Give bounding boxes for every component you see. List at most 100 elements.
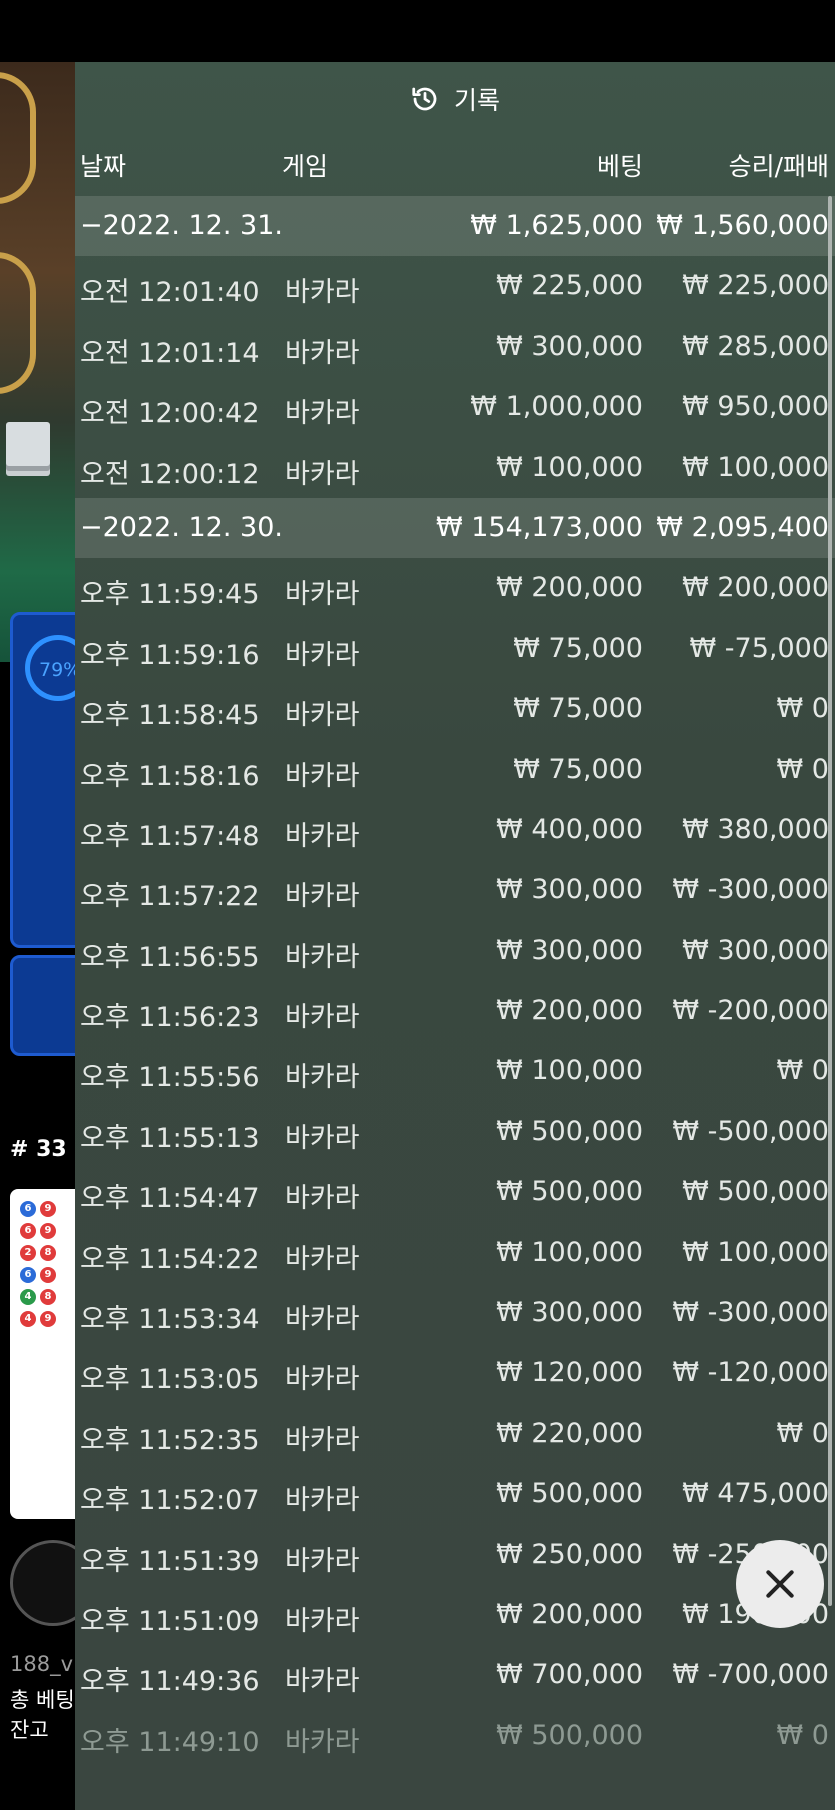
row-winloss: ₩ 0	[776, 1417, 829, 1449]
row-winloss: ₩ 285,000	[682, 330, 829, 362]
row-bet: ₩ 100,000	[496, 1236, 643, 1268]
row-bet: ₩ 500,000	[496, 1176, 643, 1208]
row-game: 바카라	[285, 760, 360, 792]
card-shoe	[6, 422, 50, 466]
table-row[interactable]: 오후 11:57:22 바카라 ₩ 300,000 ₩ -300,000	[75, 860, 835, 920]
table-row[interactable]: 오후 11:56:55 바카라 ₩ 300,000 ₩ 300,000	[75, 921, 835, 981]
table-row[interactable]: 오후 11:56:23 바카라 ₩ 200,000 ₩ -200,000	[75, 981, 835, 1041]
row-time: 오전 12:01:40	[80, 277, 260, 309]
table-row[interactable]: 오후 11:58:16 바카라 ₩ 75,000 ₩ 0	[75, 740, 835, 800]
table-row[interactable]: 오후 11:54:22 바카라 ₩ 100,000 ₩ 100,000	[75, 1223, 835, 1283]
row-bet: ₩ 120,000	[496, 1357, 643, 1389]
row-game: 바카라	[285, 700, 360, 732]
row-time: 오전 12:00:42	[80, 398, 260, 430]
total-bet-label: 총 베팅	[10, 1688, 75, 1712]
status-bar	[0, 0, 835, 62]
row-time: 오후 11:53:34	[80, 1304, 260, 1336]
row-winloss: ₩ 100,000	[682, 451, 829, 483]
row-time: 오후 11:54:47	[80, 1183, 260, 1215]
row-bet: ₩ 500,000	[496, 1478, 643, 1510]
row-bet: ₩ 200,000	[496, 995, 643, 1027]
row-game: 바카라	[285, 1726, 360, 1758]
close-button[interactable]	[736, 1540, 824, 1628]
table-row[interactable]: 오전 12:00:42 바카라 ₩ 1,000,000 ₩ 950,000	[75, 377, 835, 437]
table-row[interactable]: 오후 11:59:45 바카라 ₩ 200,000 ₩ 200,000	[75, 558, 835, 618]
row-game: 바카라	[285, 1485, 360, 1517]
timer-percent: 79%	[39, 659, 75, 681]
table-row[interactable]: 오전 12:01:14 바카라 ₩ 300,000 ₩ 285,000	[75, 317, 835, 377]
row-bet: ₩ 300,000	[496, 874, 643, 906]
chat-avatar-button[interactable]	[10, 1540, 75, 1626]
row-bet: ₩ 100,000	[496, 451, 643, 483]
column-header-winloss: 승리/패배	[728, 152, 829, 181]
row-game: 바카라	[285, 1364, 360, 1396]
row-time: 오후 11:59:45	[80, 579, 260, 611]
row-bet: ₩ 300,000	[496, 934, 643, 966]
row-winloss: ₩ 0	[776, 693, 829, 725]
table-row[interactable]: 오전 12:01:40 바카라 ₩ 225,000 ₩ 225,000	[75, 256, 835, 316]
table-row[interactable]: 오후 11:51:09바카라₩ 200,000₩ 190,000	[75, 1585, 835, 1645]
table-row[interactable]: 오후 11:54:47 바카라 ₩ 500,000 ₩ 500,000	[75, 1162, 835, 1222]
row-game: 바카라	[285, 277, 360, 309]
row-winloss: ₩ 950,000	[682, 391, 829, 423]
row-bet: ₩ 1,625,000	[470, 210, 643, 241]
row-winloss: ₩ 300,000	[682, 934, 829, 966]
table-row[interactable]: 오후 11:55:56 바카라 ₩ 100,000 ₩ 0	[75, 1041, 835, 1101]
column-header-bet: 베팅	[596, 152, 643, 181]
column-header-game: 게임	[282, 152, 329, 181]
table-row[interactable]: 오후 11:53:05 바카라 ₩ 120,000 ₩ -120,000	[75, 1343, 835, 1403]
date-group-row[interactable]: −2022. 12. 31. ₩ 1,625,000 ₩ 1,560,000	[75, 196, 835, 257]
row-time: 오후 11:58:45	[80, 700, 260, 732]
table-row[interactable]: 오후 11:59:16 바카라 ₩ 75,000 ₩ -75,000	[75, 619, 835, 679]
table-row[interactable]: 오후 11:53:34 바카라 ₩ 300,000 ₩ -300,000	[75, 1283, 835, 1343]
row-bet: ₩ 300,000	[496, 330, 643, 362]
row-winloss: ₩ -300,000	[672, 1297, 829, 1329]
round-number: # 33	[10, 1137, 67, 1162]
row-time: 오후 11:56:55	[80, 941, 260, 973]
table-row[interactable]: 오후 11:51:39바카라₩ 250,000₩ -250,000	[75, 1525, 835, 1585]
row-bet: ₩ 225,000	[496, 270, 643, 302]
table-row[interactable]: 오후 11:52:35 바카라 ₩ 220,000 ₩ 0	[75, 1404, 835, 1464]
row-winloss: ₩ -75,000	[689, 632, 830, 664]
gold-ornament	[0, 252, 36, 394]
table-row[interactable]: 오후 11:52:07 바카라 ₩ 500,000 ₩ 475,000	[75, 1464, 835, 1524]
row-bet: ₩ 200,000	[496, 572, 643, 604]
row-game: 바카라	[285, 1002, 360, 1034]
row-time: 오후 11:51:39	[80, 1545, 260, 1577]
bet-timer-panel[interactable]: 79%	[10, 612, 75, 948]
balance-label: 잔고	[10, 1718, 49, 1742]
bead-road: 6 9 6 9 2 8 6 9 4 8 4 9	[10, 1189, 75, 1519]
panel-title: 기록	[453, 86, 500, 115]
table-row[interactable]: 오후 11:58:45 바카라 ₩ 75,000 ₩ 0	[75, 679, 835, 739]
baccarat-table	[0, 62, 75, 662]
row-game: 바카라	[285, 1243, 360, 1275]
row-game: 바카라	[285, 1666, 360, 1698]
row-game: 바카라	[285, 1062, 360, 1094]
row-winloss: ₩ -700,000	[672, 1659, 829, 1691]
row-bet: ₩ 400,000	[496, 813, 643, 845]
table-row[interactable]: 오후 11:49:36 바카라 ₩ 700,000 ₩ -700,000	[75, 1645, 835, 1705]
row-winloss: ₩ -120,000	[672, 1357, 829, 1389]
row-game: 바카라	[285, 639, 360, 671]
bet-area-panel[interactable]	[10, 955, 75, 1056]
row-bet: ₩ 500,000	[496, 1719, 643, 1751]
row-time: 오후 11:56:23	[80, 1002, 260, 1034]
row-time: 오후 11:54:22	[80, 1243, 260, 1275]
table-row[interactable]: 오후 11:49:10 바카라 ₩ 500,000 ₩ 0	[75, 1706, 835, 1766]
table-row[interactable]: 오전 12:00:12 바카라 ₩ 100,000 ₩ 100,000	[75, 438, 835, 498]
date-group-row[interactable]: −2022. 12. 30. ₩ 154,173,000 ₩ 2,095,400	[75, 497, 835, 559]
row-game: 바카라	[285, 1122, 360, 1154]
table-row[interactable]: 오후 11:57:48 바카라 ₩ 400,000 ₩ 380,000	[75, 800, 835, 860]
row-game: 바카라	[285, 458, 360, 490]
history-list[interactable]: −2022. 12. 31. ₩ 1,625,000 ₩ 1,560,000 오전 1…	[75, 196, 835, 1766]
row-time: 오후 11:57:48	[80, 820, 260, 852]
history-panel: 기록 날짜 게임 베팅 승리/패배 −2022. 12. 31. ₩ 1,625,…	[75, 62, 835, 1810]
row-winloss: ₩ 475,000	[682, 1478, 829, 1510]
close-icon	[766, 1570, 794, 1598]
table-row[interactable]: 오후 11:55:13 바카라 ₩ 500,000 ₩ -500,000	[75, 1102, 835, 1162]
date-group-label: −2022. 12. 31.	[80, 210, 283, 241]
scrollbar[interactable]	[828, 196, 832, 1606]
row-time: 오후 11:49:10	[80, 1726, 260, 1758]
row-game: 바카라	[285, 1304, 360, 1336]
row-bet: ₩ 700,000	[496, 1659, 643, 1691]
